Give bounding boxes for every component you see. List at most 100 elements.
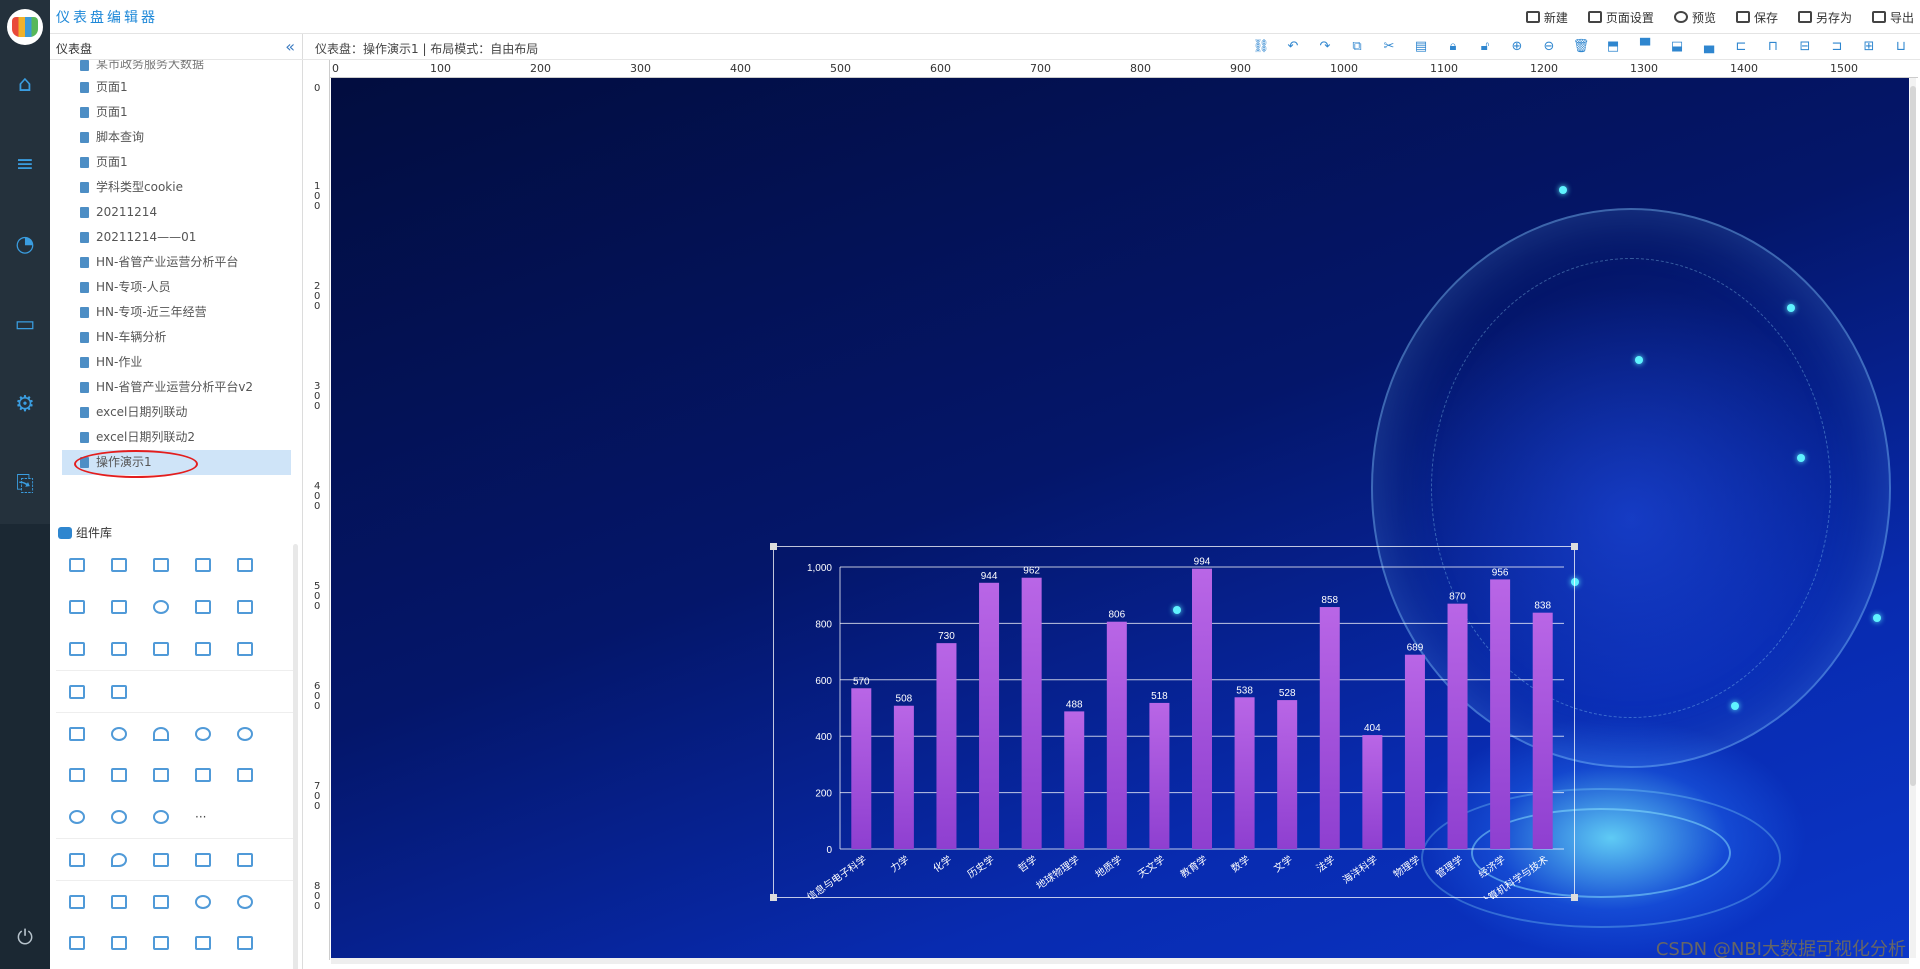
carousel-icon[interactable] bbox=[140, 881, 182, 923]
home-icon[interactable]: ⌂ bbox=[0, 64, 50, 104]
sankey-icon[interactable] bbox=[98, 754, 140, 796]
dial-icon[interactable] bbox=[182, 713, 224, 755]
layer-bottom-icon[interactable]: ▄ bbox=[1700, 39, 1718, 55]
align-middle-icon[interactable]: ⊞ bbox=[1860, 39, 1878, 55]
bar-chart-widget[interactable]: 0 200 400 600 800 1,000 570 信息与电子科学 508 力学 730 化学 94… bbox=[770, 543, 1578, 901]
chord-icon[interactable] bbox=[98, 796, 140, 838]
radar-icon[interactable] bbox=[98, 586, 140, 628]
copy-icon[interactable]: ⧉ bbox=[1348, 39, 1366, 55]
tree-item[interactable]: HN-省管产业运营分析平台 bbox=[50, 250, 303, 275]
stacked-bar-icon[interactable] bbox=[224, 544, 266, 586]
location-pin-icon[interactable] bbox=[98, 839, 140, 881]
delete-icon[interactable]: 🗑︎ bbox=[1572, 39, 1590, 55]
histogram-icon[interactable] bbox=[224, 628, 266, 670]
heatmap-icon[interactable] bbox=[140, 628, 182, 670]
tree-item[interactable]: 页面1 bbox=[50, 150, 303, 175]
tree-item[interactable]: HN-省管产业运营分析平台v2 bbox=[50, 375, 303, 400]
card-icon[interactable] bbox=[56, 586, 98, 628]
link-icon[interactable]: ⛓ bbox=[1252, 39, 1270, 55]
undo-icon[interactable]: ↶ bbox=[1284, 39, 1302, 55]
paste-icon[interactable]: ▤ bbox=[1412, 39, 1430, 55]
tree-item[interactable]: 某市政务服务大数据 bbox=[50, 60, 303, 75]
checkbox-icon[interactable] bbox=[182, 958, 224, 969]
tree-item[interactable]: HN-专项-近三年经营 bbox=[50, 300, 303, 325]
sunburst-icon[interactable] bbox=[56, 796, 98, 838]
zoom-out-icon[interactable]: ⊖ bbox=[1540, 39, 1558, 55]
more-icon[interactable]: ··· bbox=[182, 796, 224, 838]
report-icon[interactable] bbox=[98, 544, 140, 586]
lock-icon[interactable]: 🔒︎ bbox=[1444, 39, 1462, 55]
power-icon[interactable]: ⏻ bbox=[0, 925, 50, 949]
china-map-icon[interactable] bbox=[56, 839, 98, 881]
tree-item[interactable]: 页面1 bbox=[50, 75, 303, 100]
pie-chart-icon[interactable] bbox=[140, 586, 182, 628]
tree-item-selected[interactable]: 操作演示1 bbox=[62, 450, 291, 478]
bar-chart-icon[interactable] bbox=[140, 544, 182, 586]
vertical-scrollbar[interactable] bbox=[1910, 78, 1916, 958]
settings-icon[interactable]: ⚙ bbox=[0, 384, 50, 424]
align-center-icon[interactable]: ⊟ bbox=[1796, 39, 1814, 55]
tree-item[interactable]: 20211214——01 bbox=[50, 225, 303, 250]
tree-item[interactable]: 20211214 bbox=[50, 200, 303, 225]
zoom-in-icon[interactable]: ⊕ bbox=[1508, 39, 1526, 55]
number-icon[interactable] bbox=[56, 713, 98, 755]
line-chart-icon[interactable] bbox=[56, 544, 98, 586]
radio-icon[interactable] bbox=[140, 958, 182, 969]
world-map-icon[interactable] bbox=[182, 839, 224, 881]
grid-table-icon[interactable] bbox=[98, 671, 140, 713]
dashboard-canvas[interactable]: 0 200 400 600 800 1,000 570 信息与电子科学 508 力学 730 化学 94… bbox=[331, 78, 1909, 958]
align-right-icon[interactable]: ⊐ bbox=[1828, 39, 1846, 55]
select-icon[interactable] bbox=[98, 958, 140, 969]
database-icon[interactable]: ≡ bbox=[0, 144, 50, 184]
video-icon[interactable] bbox=[182, 881, 224, 923]
tree-item[interactable]: excel日期列联动2 bbox=[50, 425, 303, 450]
layer-up-icon[interactable]: ⬒ bbox=[1604, 39, 1622, 55]
unlock-icon[interactable]: 🔓︎ bbox=[1476, 39, 1494, 55]
treemap-icon[interactable] bbox=[140, 754, 182, 796]
calendar-icon[interactable] bbox=[56, 958, 98, 969]
globe-icon[interactable] bbox=[140, 796, 182, 838]
clock-icon[interactable] bbox=[224, 958, 266, 969]
panel-scrollbar[interactable] bbox=[293, 544, 298, 969]
tree-item[interactable]: 页面1 bbox=[50, 100, 303, 125]
preview-button[interactable]: 预览 bbox=[1673, 9, 1716, 26]
cut-icon[interactable]: ✂ bbox=[1380, 39, 1398, 55]
page-settings-button[interactable]: 页面设置 bbox=[1587, 9, 1654, 26]
monitor-icon[interactable]: ▭ bbox=[0, 304, 50, 344]
progress-ring-icon[interactable] bbox=[98, 713, 140, 755]
flow-icon[interactable] bbox=[98, 628, 140, 670]
table-icon[interactable] bbox=[56, 671, 98, 713]
save-as-button[interactable]: 另存为 bbox=[1797, 9, 1852, 26]
scatter-icon[interactable] bbox=[224, 586, 266, 628]
funnel-icon[interactable] bbox=[182, 586, 224, 628]
horizontal-bar-icon[interactable] bbox=[182, 544, 224, 586]
map-layer-icon[interactable] bbox=[56, 754, 98, 796]
layer-down-icon[interactable]: ⬓ bbox=[1668, 39, 1686, 55]
align-top-icon[interactable]: ⊓ bbox=[1764, 39, 1782, 55]
parallel-icon[interactable] bbox=[182, 754, 224, 796]
gauge-icon[interactable] bbox=[140, 713, 182, 755]
save-button[interactable]: 保存 bbox=[1735, 9, 1778, 26]
tree-item[interactable]: excel日期列联动 bbox=[50, 400, 303, 425]
tree-item[interactable]: HN-车辆分析 bbox=[50, 325, 303, 350]
graph-icon[interactable] bbox=[224, 754, 266, 796]
tree-item[interactable]: HN-作业 bbox=[50, 350, 303, 375]
word-cloud-icon[interactable] bbox=[56, 628, 98, 670]
dashboard-icon[interactable]: ◔ bbox=[0, 224, 50, 264]
tree-item[interactable]: HN-专项-人员 bbox=[50, 275, 303, 300]
new-button[interactable]: 新建 bbox=[1525, 9, 1568, 26]
waterfall-icon[interactable] bbox=[182, 628, 224, 670]
redo-icon[interactable]: ↷ bbox=[1316, 39, 1334, 55]
export-button[interactable]: 导出 bbox=[1871, 9, 1914, 26]
pdf-icon[interactable]: ⎘ bbox=[0, 464, 50, 504]
tree-item[interactable]: 学科类型cookie bbox=[50, 175, 303, 200]
browser-icon[interactable] bbox=[224, 881, 266, 923]
image-icon[interactable] bbox=[98, 881, 140, 923]
layer-top-icon[interactable]: ▀ bbox=[1636, 39, 1654, 55]
align-left-icon[interactable]: ⊏ bbox=[1732, 39, 1750, 55]
text-box-icon[interactable] bbox=[56, 881, 98, 923]
align-bottom-icon[interactable]: ⊔ bbox=[1892, 39, 1910, 55]
region-map-icon[interactable] bbox=[140, 839, 182, 881]
liquid-fill-icon[interactable] bbox=[224, 713, 266, 755]
collapse-icon[interactable]: « bbox=[285, 37, 295, 56]
